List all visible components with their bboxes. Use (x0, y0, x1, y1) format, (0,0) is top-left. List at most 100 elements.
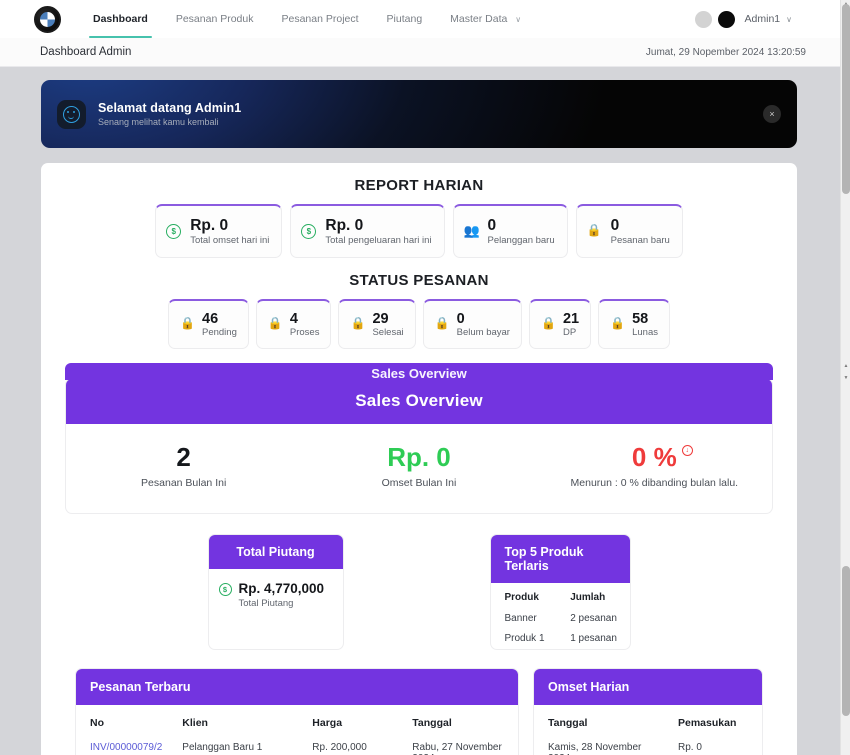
status-card-lunas[interactable]: 🔒 58 Lunas (598, 299, 670, 349)
welcome-banner-text: Selamat datang Admin1 Senang melihat kam… (98, 101, 241, 127)
status-card-label: DP (562, 327, 577, 339)
lock-icon: 🔒 (610, 315, 626, 330)
scroll-arrow-icon[interactable]: ▼ (843, 375, 849, 381)
column-header-tanggal: Tanggal (412, 717, 452, 730)
top5-produk-panel: Top 5 Produk Terlaris Produk Jumlah Bann… (489, 534, 631, 651)
sales-stat-value-wrap: 0 % ↓ (631, 442, 693, 472)
report-card-omset[interactable]: $ Rp. 0 Total omset hari ini (155, 204, 283, 258)
lock-icon: 🔒 (267, 315, 283, 330)
report-card-value: 0 (610, 216, 620, 234)
nav-item-pesanan-produk[interactable]: Pesanan Produk (162, 0, 268, 38)
cell-produk: Banner (504, 613, 537, 625)
pesanan-terbaru-table: No Klien Harga Tanggal INV/00000079/2 Pe… (76, 705, 518, 755)
scrollbar-thumb[interactable] (842, 4, 850, 194)
column-header-harga: Harga (312, 717, 343, 730)
total-piutang-header: Total Piutang (208, 535, 343, 570)
omset-harian-panel: Omset Harian Tanggal Pemasukan Kamis, 28… (533, 668, 763, 755)
nav-label: Master Data (450, 13, 508, 25)
status-card-proses[interactable]: 🔒 4 Proses (255, 299, 332, 349)
close-icon[interactable]: × (763, 105, 781, 123)
scroll-arrow-icon[interactable]: ▲ (843, 363, 849, 369)
nav-item-master-data[interactable]: Master Data ∨ (436, 0, 535, 38)
bmw-roundel-logo[interactable] (34, 5, 61, 33)
report-card-pengeluaran[interactable]: $ Rp. 0 Total pengeluaran hari ini (290, 204, 445, 258)
table-row: INV/00000079/2 Pelanggan Baru 1 Rp. 200,… (76, 737, 518, 755)
cell-invoice-link[interactable]: INV/00000079/2 (76, 737, 168, 755)
app-viewport: Dashboard Pesanan Produk Pesanan Project… (0, 0, 850, 755)
nav-item-pesanan-project[interactable]: Pesanan Project (267, 0, 372, 38)
scrollbar-thumb[interactable] (842, 566, 850, 716)
status-card-label: Proses (289, 327, 320, 339)
avatar-placeholder-icon (694, 10, 712, 28)
sales-stat-omset: Rp. 0 Omset Bulan Ini (301, 443, 536, 490)
table-header-row: No Klien Harga Tanggal (76, 705, 518, 737)
report-card-label: Total pengeluaran hari ini (325, 235, 432, 247)
user-menu[interactable]: Admin1 ∨ (694, 10, 826, 28)
total-piutang-caption: Total Piutang (238, 598, 294, 610)
lock-icon: 🔒 (180, 315, 195, 330)
top5-produk-table: Produk Jumlah Banner 2 pesanan Produk 1 … (491, 583, 630, 649)
cell-tanggal: Kamis, 28 November 2024 (548, 742, 642, 755)
report-card-pelanggan-baru[interactable]: 👥 0 Pelanggan baru (452, 204, 568, 258)
column-header-no: No (90, 717, 104, 730)
nav-label: Piutang (386, 13, 423, 25)
report-card-pesanan-baru[interactable]: 🔒 0 Pesanan baru (575, 204, 683, 258)
omset-harian-header: Omset Harian (534, 669, 762, 706)
nav-item-dashboard[interactable]: Dashboard (79, 0, 162, 38)
cell-tanggal: Rabu, 27 November 2024 (412, 742, 502, 755)
page-title: Dashboard Admin (40, 46, 132, 58)
nav-label: Pesanan Produk (175, 13, 254, 25)
table-row: Kamis, 28 November 2024 Rp. 0 (534, 737, 762, 755)
status-card-label: Lunas (632, 327, 658, 339)
report-card-label: Total omset hari ini (190, 235, 270, 247)
status-card-value: 58 (632, 310, 649, 327)
cell-jumlah: 1 pesanan (570, 633, 617, 645)
status-pesanan-title: STATUS PESANAN (349, 272, 489, 289)
table-row: Produk 1 1 pesanan (491, 629, 630, 649)
status-card-selesai[interactable]: 🔒 29 Selesai (338, 299, 416, 349)
sales-stat-caption: Omset Bulan Ini (381, 477, 457, 490)
cell-produk: Produk 1 (504, 633, 545, 645)
cell-harga: Rp. 200,000 (312, 742, 367, 754)
report-card-value: Rp. 0 (325, 216, 364, 234)
status-card-label: Selesai (372, 327, 404, 339)
mid-panels-row: Total Piutang $ Rp. 4,770,000 Total Piut… (51, 534, 787, 651)
main-nav: Dashboard Pesanan Produk Pesanan Project… (79, 0, 535, 38)
sales-stat-persentase: 0 % ↓ Menurun : 0 % dibanding bulan lalu… (537, 442, 772, 490)
status-card-pending[interactable]: 🔒 46 Pending (168, 299, 249, 349)
money-circle-icon: $ (301, 223, 317, 240)
sales-overview-stats: 2 Pesanan Bulan Ini Rp. 0 Omset Bulan In… (66, 424, 772, 513)
bottom-tables-row: Pesanan Terbaru No Klien Harga Tanggal I… (51, 668, 787, 755)
status-card-value: 0 (456, 310, 465, 327)
nav-item-piutang[interactable]: Piutang (373, 0, 437, 38)
cell-klien: Pelanggan Baru 1 (182, 742, 263, 754)
top-navbar: Dashboard Pesanan Produk Pesanan Project… (0, 0, 840, 38)
sales-overview-header-behind: Sales Overview (65, 363, 773, 380)
sales-stat-value: 0 % (631, 442, 677, 472)
status-card-dp[interactable]: 🔒 21 DP (528, 299, 592, 349)
report-card-value: Rp. 0 (190, 216, 229, 234)
table-row: Banner 2 pesanan (491, 609, 630, 629)
chevron-down-icon: ∨ (786, 14, 792, 24)
nav-label: Dashboard (93, 13, 148, 25)
lock-icon: 🔒 (586, 222, 602, 237)
welcome-title: Selamat datang Admin1 (98, 101, 242, 115)
sales-stat-caption: Menurun : 0 % dibanding bulan lalu. (570, 477, 739, 490)
sales-overview-header: Sales Overview (66, 379, 772, 424)
datetime-stamp: Jumat, 29 Nopember 2024 13:20:59 (645, 46, 806, 58)
page-scrollbar[interactable]: ▲ ▲ ▼ (840, 0, 850, 755)
status-card-belum-bayar[interactable]: 🔒 0 Belum bayar (422, 299, 522, 349)
welcome-banner: Selamat datang Admin1 Senang melihat kam… (41, 80, 797, 148)
status-card-value: 46 (202, 310, 219, 327)
sales-overview-hidden-label: Sales Overview (371, 366, 467, 380)
cell-jumlah: 2 pesanan (570, 613, 617, 625)
total-piutang-body: $ Rp. 4,770,000 Total Piutang (209, 569, 343, 639)
omset-harian-table: Tanggal Pemasukan Kamis, 28 November 202… (534, 705, 762, 755)
inner-scrollbar[interactable] (832, 0, 840, 755)
dashboard-content-card: REPORT HARIAN $ Rp. 0 Total omset hari i… (41, 163, 797, 755)
table-header-row: Produk Jumlah (491, 583, 630, 609)
status-card-value: 29 (372, 310, 389, 327)
arrow-down-circle-icon: ↓ (681, 445, 693, 456)
column-header-produk: Produk (504, 592, 539, 604)
status-card-label: Pending (202, 327, 237, 339)
